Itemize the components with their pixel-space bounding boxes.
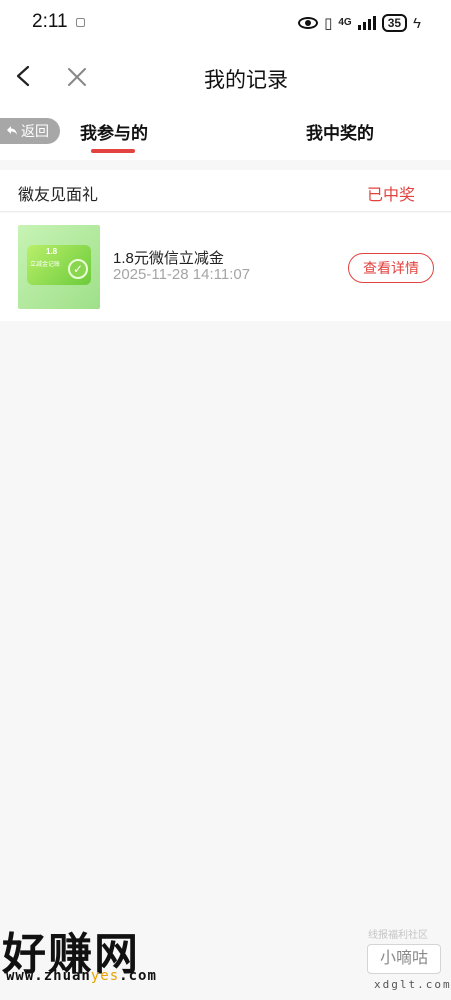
watermark-site: xdglt.com (374, 978, 451, 991)
vibrate-icon: ▯ (324, 15, 333, 32)
eye-icon (298, 17, 319, 29)
view-details-button[interactable]: 查看详情 (348, 253, 434, 283)
watermark-url: www.zhuanyes.com (6, 968, 157, 984)
tab-won[interactable]: 我中奖的 (306, 119, 374, 144)
thumb-amount: 1.8 (46, 247, 58, 256)
watermark-url-b: yes (90, 968, 120, 984)
thumb-caption: 立减金记账 (30, 262, 61, 268)
tab-joined[interactable]: 我参与的 (80, 119, 148, 144)
status-time: 2:11 (32, 11, 68, 32)
charging-icon: ϟ (413, 14, 421, 32)
watermark-url-c: .com (119, 968, 157, 984)
activity-header: 徽友见面礼 已中奖 (0, 170, 451, 212)
return-arrow-icon (7, 126, 17, 135)
watermark-tagline: 线报福利社区 (368, 930, 428, 941)
status-icons: ▯ 4G 35 ϟ (298, 12, 421, 34)
prize-thumbnail: 1.8 立减金记账 ✓ (18, 225, 100, 309)
page-title: 我的记录 (204, 69, 288, 92)
prize-title: 1.8元微信立减金 (113, 250, 224, 267)
battery-level: 35 (381, 14, 408, 32)
return-label: 返回 (21, 123, 49, 139)
notification-icon (76, 18, 85, 27)
tab-bar: 返回 我参与的 我中奖的 (0, 108, 451, 160)
status-badge: 已中奖 (366, 187, 415, 204)
network-type: 4G (338, 17, 352, 28)
watermark-badge: 小嘀咕 (367, 944, 441, 974)
prize-time: 2025-11-28 14:11:07 (113, 266, 251, 283)
activity-name: 徽友见面礼 (18, 187, 99, 204)
status-bar: 2:11 ▯ 4G 35 ϟ (0, 0, 451, 46)
list-item: 1.8 立减金记账 ✓ 1.8元微信立减金 2025-11-28 14:11:0… (0, 213, 451, 321)
watermark-url-a: www.zhuan (6, 968, 91, 984)
check-icon: ✓ (68, 259, 88, 279)
title-bar: 我的记录 (0, 46, 451, 108)
return-button[interactable]: 返回 (0, 118, 60, 144)
active-tab-indicator (91, 149, 135, 153)
signal-icon (357, 16, 376, 30)
